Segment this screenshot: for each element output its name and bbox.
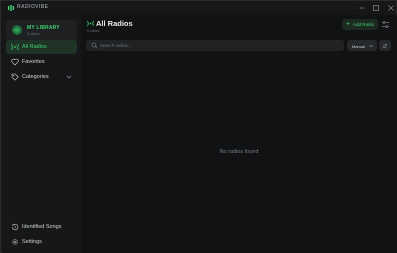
heart-icon xyxy=(11,58,19,66)
chevron-down-icon xyxy=(369,44,373,47)
sidebar-item-label: Identified Songs xyxy=(22,223,62,230)
radio-count: 0 radios xyxy=(87,29,100,33)
main-content: All Radios 0 radios + Add Radio Manual xyxy=(81,15,397,253)
app-logo-icon xyxy=(8,5,14,11)
sort-order-button[interactable] xyxy=(379,40,391,51)
minimize-button[interactable] xyxy=(356,2,368,14)
search-input[interactable] xyxy=(100,41,330,50)
library-title: MY LIBRARY xyxy=(27,25,60,31)
close-button[interactable] xyxy=(385,2,397,14)
sort-value: Manual xyxy=(352,43,366,49)
radio-bars-icon xyxy=(14,27,20,33)
search-bar xyxy=(86,40,344,51)
plus-icon: + xyxy=(346,21,351,28)
sidebar-item-label: Categories xyxy=(22,73,49,80)
search-icon xyxy=(91,42,98,49)
sidebar-item-label: All Radios xyxy=(22,43,47,50)
gear-icon xyxy=(12,239,18,245)
sidebar-item-categories[interactable]: Categories xyxy=(6,70,77,84)
add-radio-label: Add Radio xyxy=(353,22,375,27)
page-title: All Radios xyxy=(96,19,133,28)
sidebar-item-settings[interactable]: Settings xyxy=(6,235,77,249)
app-name: RADIOVIBE xyxy=(17,4,49,10)
maximize-icon xyxy=(373,5,379,11)
add-radio-button[interactable]: + Add Radio xyxy=(342,19,378,30)
sidebar-item-all-radios[interactable]: All Radios xyxy=(6,40,77,54)
sidebar: MY LIBRARY 0 radios All Radios Favorites xyxy=(2,15,81,253)
radio-waves-icon xyxy=(87,20,94,27)
app-window: RADIOVIBE MY LIBRARY 0 radios All Radios… xyxy=(0,0,397,253)
empty-state-message: No radios found xyxy=(219,149,259,155)
sidebar-item-favorites[interactable]: Favorites xyxy=(6,55,77,69)
sidebar-item-identified-songs[interactable]: Identified Songs xyxy=(6,220,77,234)
sort-select[interactable]: Manual xyxy=(347,40,377,51)
library-icon xyxy=(12,25,22,35)
maximize-button[interactable] xyxy=(370,2,382,14)
sidebar-item-label: Settings xyxy=(22,238,42,245)
sort-order-icon xyxy=(382,43,388,48)
close-icon xyxy=(388,5,394,11)
radio-waves-icon xyxy=(11,43,19,51)
library-count: 0 radios xyxy=(27,32,40,36)
filter-icon[interactable] xyxy=(381,20,390,29)
library-card[interactable]: MY LIBRARY 0 radios xyxy=(6,20,77,40)
history-icon xyxy=(12,223,19,231)
title-bar: RADIOVIBE xyxy=(1,1,397,15)
sidebar-item-label: Favorites xyxy=(22,58,45,65)
tag-icon xyxy=(11,73,19,81)
minimize-icon xyxy=(359,7,365,9)
chevron-down-icon[interactable] xyxy=(66,74,72,80)
